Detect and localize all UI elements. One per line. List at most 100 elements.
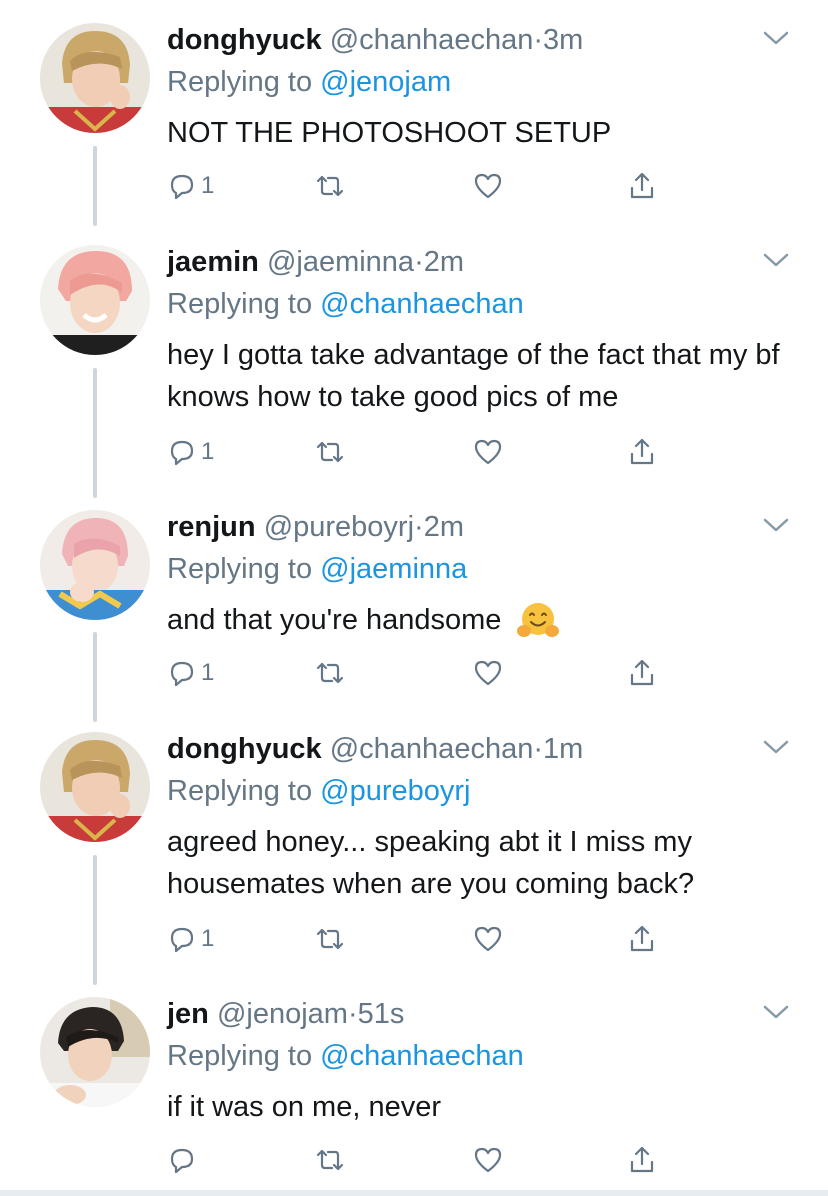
display-name[interactable]: donghyuck <box>167 24 322 56</box>
retweet-button[interactable] <box>315 655 345 691</box>
reply-button[interactable] <box>167 1142 201 1178</box>
reply-icon <box>170 927 194 953</box>
replying-mention-link[interactable]: @chanhaechan <box>320 288 524 320</box>
share-icon <box>630 438 654 465</box>
bottom-divider <box>0 1190 828 1196</box>
like-button[interactable] <box>473 921 503 957</box>
tweet-header: donghyuck @chanhaechan·1m <box>167 731 583 767</box>
tweet-text-content: and that you're handsome <box>167 604 502 636</box>
share-button[interactable] <box>627 168 657 204</box>
share-icon <box>630 925 654 952</box>
tweet-header: renjun @pureboyrj·2m <box>167 509 464 545</box>
replying-label: Replying to <box>167 66 321 98</box>
chevron-down-icon[interactable] <box>762 515 790 535</box>
tweet-actions: 1 <box>167 655 667 691</box>
avatar[interactable] <box>40 732 150 842</box>
reply-button[interactable]: 1 <box>167 434 214 470</box>
tweet[interactable]: donghyuck @chanhaechan·3m Replying to @j… <box>0 0 828 222</box>
timestamp[interactable]: 3m <box>543 24 583 56</box>
avatar-jaemin-image <box>40 245 150 355</box>
tweet-text: NOT THE PHOTOSHOOT SETUP <box>167 117 612 149</box>
reply-button[interactable]: 1 <box>167 168 214 204</box>
retweet-icon <box>316 1149 344 1171</box>
tweet[interactable]: renjun @pureboyrj·2m Replying to @jaemin… <box>0 487 828 709</box>
share-button[interactable] <box>627 434 657 470</box>
user-handle[interactable]: @chanhaechan <box>330 24 534 56</box>
timestamp[interactable]: 51s <box>358 998 405 1030</box>
separator-dot: · <box>533 24 544 56</box>
separator-dot: · <box>533 733 544 765</box>
share-icon <box>630 659 654 686</box>
tweet-actions: 1 <box>167 434 667 470</box>
tweet-actions: 1 <box>167 168 667 204</box>
like-button[interactable] <box>473 655 503 691</box>
tweet[interactable]: jen @jenojam·51s Replying to @chanhaecha… <box>0 974 828 1190</box>
replying-to: Replying to @jenojam <box>167 64 451 100</box>
reply-thread: donghyuck @chanhaechan·3m Replying to @j… <box>0 0 828 1196</box>
avatar[interactable] <box>40 245 150 355</box>
display-name[interactable]: jaemin <box>167 246 259 278</box>
reply-button[interactable]: 1 <box>167 655 214 691</box>
user-handle[interactable]: @jenojam <box>217 998 348 1030</box>
chevron-down-icon[interactable] <box>762 1002 790 1022</box>
replying-label: Replying to <box>167 775 321 807</box>
reply-count: 1 <box>201 172 215 199</box>
like-button[interactable] <box>473 1142 503 1178</box>
share-icon <box>630 172 654 199</box>
avatar-jen-image <box>40 997 150 1107</box>
tweet[interactable]: jaemin @jaeminna·2m Replying to @chanhae… <box>0 222 828 487</box>
replying-mention-link[interactable]: @chanhaechan <box>320 1040 524 1072</box>
replying-to: Replying to @jaeminna <box>167 551 467 587</box>
user-handle[interactable]: @pureboyrj <box>264 511 414 543</box>
replying-mention-link[interactable]: @pureboyrj <box>320 775 470 807</box>
retweet-icon <box>316 441 344 463</box>
separator-dot: · <box>414 511 424 543</box>
tweet-actions: 1 <box>167 921 667 957</box>
replying-label: Replying to <box>167 1040 321 1072</box>
chevron-down-icon[interactable] <box>762 737 790 757</box>
like-button[interactable] <box>473 168 503 204</box>
retweet-button[interactable] <box>315 921 345 957</box>
tweet-text: hey I gotta take advantage of the fact t… <box>167 339 780 413</box>
avatar[interactable] <box>40 510 150 620</box>
tweet-actions <box>167 1142 667 1178</box>
timestamp[interactable]: 2m <box>424 511 464 543</box>
reply-button[interactable]: 1 <box>167 921 214 957</box>
avatar[interactable] <box>40 997 150 1107</box>
reply-count: 1 <box>201 659 215 686</box>
display-name[interactable]: renjun <box>167 511 256 543</box>
tweet[interactable]: donghyuck @chanhaechan·1m Replying to @p… <box>0 709 828 974</box>
separator-dot: · <box>414 246 424 278</box>
chevron-down-icon[interactable] <box>762 28 790 48</box>
retweet-button[interactable] <box>315 1142 345 1178</box>
user-handle[interactable]: @jaeminna <box>267 246 414 278</box>
replying-to: Replying to @chanhaechan <box>167 1038 524 1074</box>
heart-icon <box>474 439 502 465</box>
display-name[interactable]: donghyuck <box>167 733 322 765</box>
replying-mention-link[interactable]: @jenojam <box>320 66 451 98</box>
retweet-button[interactable] <box>315 168 345 204</box>
share-button[interactable] <box>627 921 657 957</box>
reply-icon <box>170 174 194 200</box>
avatar[interactable] <box>40 23 150 133</box>
chevron-down-icon[interactable] <box>762 250 790 270</box>
reply-icon <box>170 1148 194 1174</box>
display-name[interactable]: jen <box>167 998 209 1030</box>
share-button[interactable] <box>627 1142 657 1178</box>
avatar-renjun-image <box>40 510 150 620</box>
timestamp[interactable]: 2m <box>424 246 464 278</box>
heart-icon <box>474 926 502 952</box>
like-button[interactable] <box>473 434 503 470</box>
heart-icon <box>474 1147 502 1173</box>
replying-mention-link[interactable]: @jaeminna <box>320 553 467 585</box>
retweet-icon <box>316 662 344 684</box>
user-handle[interactable]: @chanhaechan <box>330 733 534 765</box>
heart-icon <box>474 660 502 686</box>
separator-dot: · <box>347 998 358 1030</box>
retweet-button[interactable] <box>315 434 345 470</box>
timestamp[interactable]: 1m <box>543 733 583 765</box>
reply-icon <box>170 661 194 687</box>
tweet-header: jen @jenojam·51s <box>167 996 404 1032</box>
share-button[interactable] <box>627 655 657 691</box>
share-icon <box>630 1146 654 1173</box>
